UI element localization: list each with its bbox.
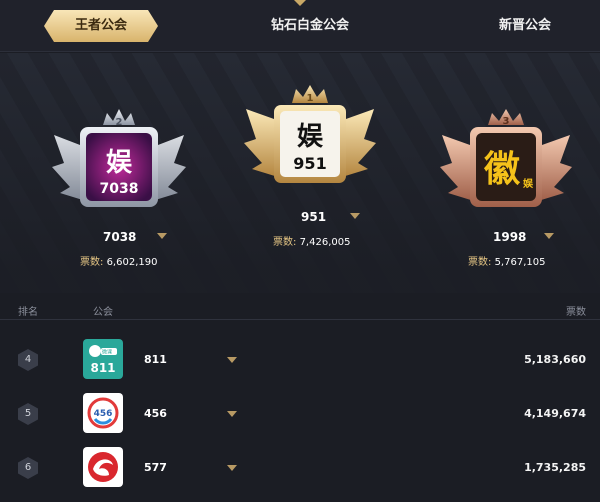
rank-badge: 4 <box>18 349 38 371</box>
second-guild-name: 7038 <box>103 230 137 244</box>
svg-text:951: 951 <box>293 154 326 173</box>
table-row[interactable]: 4 微课 811 811 5,183,660 <box>0 333 600 387</box>
second-expand-arrow-icon[interactable] <box>157 233 167 239</box>
svg-text:微课: 微课 <box>102 349 112 356</box>
guild-logo-577 <box>83 447 123 487</box>
expand-arrow-icon[interactable] <box>227 411 237 417</box>
svg-text:811: 811 <box>90 361 115 375</box>
first-rank-number: 1 <box>307 93 314 104</box>
svg-text:7038: 7038 <box>100 181 139 197</box>
expand-arrow-icon[interactable] <box>227 357 237 363</box>
tab-indicator-icon <box>294 0 306 6</box>
guild-logo-456: 456 <box>83 393 123 433</box>
tab-diamond-platinum-guild[interactable]: 钻石白金公会 <box>250 10 370 42</box>
header-votes: 票数 <box>566 307 586 318</box>
table-row[interactable]: 5 456 456 4,149,674 <box>0 387 600 441</box>
svg-text:娱: 娱 <box>523 177 534 190</box>
header-guild: 公会 <box>93 307 113 318</box>
expand-arrow-icon[interactable] <box>227 465 237 471</box>
second-place-badge-icon[interactable]: 2 娱 7038 <box>50 105 188 221</box>
first-votes: 票数: 7,426,005 <box>273 237 351 248</box>
svg-text:456: 456 <box>94 409 113 419</box>
guild-logo-811: 微课 811 <box>83 339 123 379</box>
svg-text:娱: 娱 <box>106 148 133 178</box>
podium: 2 娱 7038 7038 票数: 6,602,190 1 娱 951 951 … <box>0 53 600 293</box>
guild-votes: 1,735,285 <box>524 461 586 474</box>
tab-bar: 王者公会 钻石白金公会 新晋公会 <box>0 0 600 52</box>
svg-text:徽: 徽 <box>483 149 521 190</box>
third-votes: 票数: 5,767,105 <box>468 257 546 268</box>
guild-name: 456 <box>144 407 167 420</box>
rank-badge: 5 <box>18 403 38 425</box>
header-rank: 排名 <box>18 307 38 318</box>
first-expand-arrow-icon[interactable] <box>350 213 360 219</box>
third-rank-number: 3 <box>503 116 510 127</box>
guild-name: 577 <box>144 461 167 474</box>
svg-text:娱: 娱 <box>297 122 324 152</box>
guild-votes: 4,149,674 <box>524 407 586 420</box>
third-expand-arrow-icon[interactable] <box>544 233 554 239</box>
table-row[interactable]: 6 577 1,735,285 <box>0 441 600 495</box>
third-guild-name: 1998 <box>493 230 527 244</box>
ranking-table-header: 排名 公会 票数 <box>0 300 600 320</box>
guild-votes: 5,183,660 <box>524 353 586 366</box>
third-place-badge-icon[interactable]: 3 徽 娱 <box>436 105 576 221</box>
guild-name: 811 <box>144 353 167 366</box>
tab-new-guild[interactable]: 新晋公会 <box>480 10 570 42</box>
rank-badge: 6 <box>18 457 38 479</box>
first-guild-name: 951 <box>301 210 327 224</box>
first-place-badge-icon[interactable]: 1 娱 951 <box>240 83 380 195</box>
tab-king-guild[interactable]: 王者公会 <box>44 10 158 42</box>
second-rank-number: 2 <box>116 117 123 128</box>
second-votes: 票数: 6,602,190 <box>80 257 158 268</box>
